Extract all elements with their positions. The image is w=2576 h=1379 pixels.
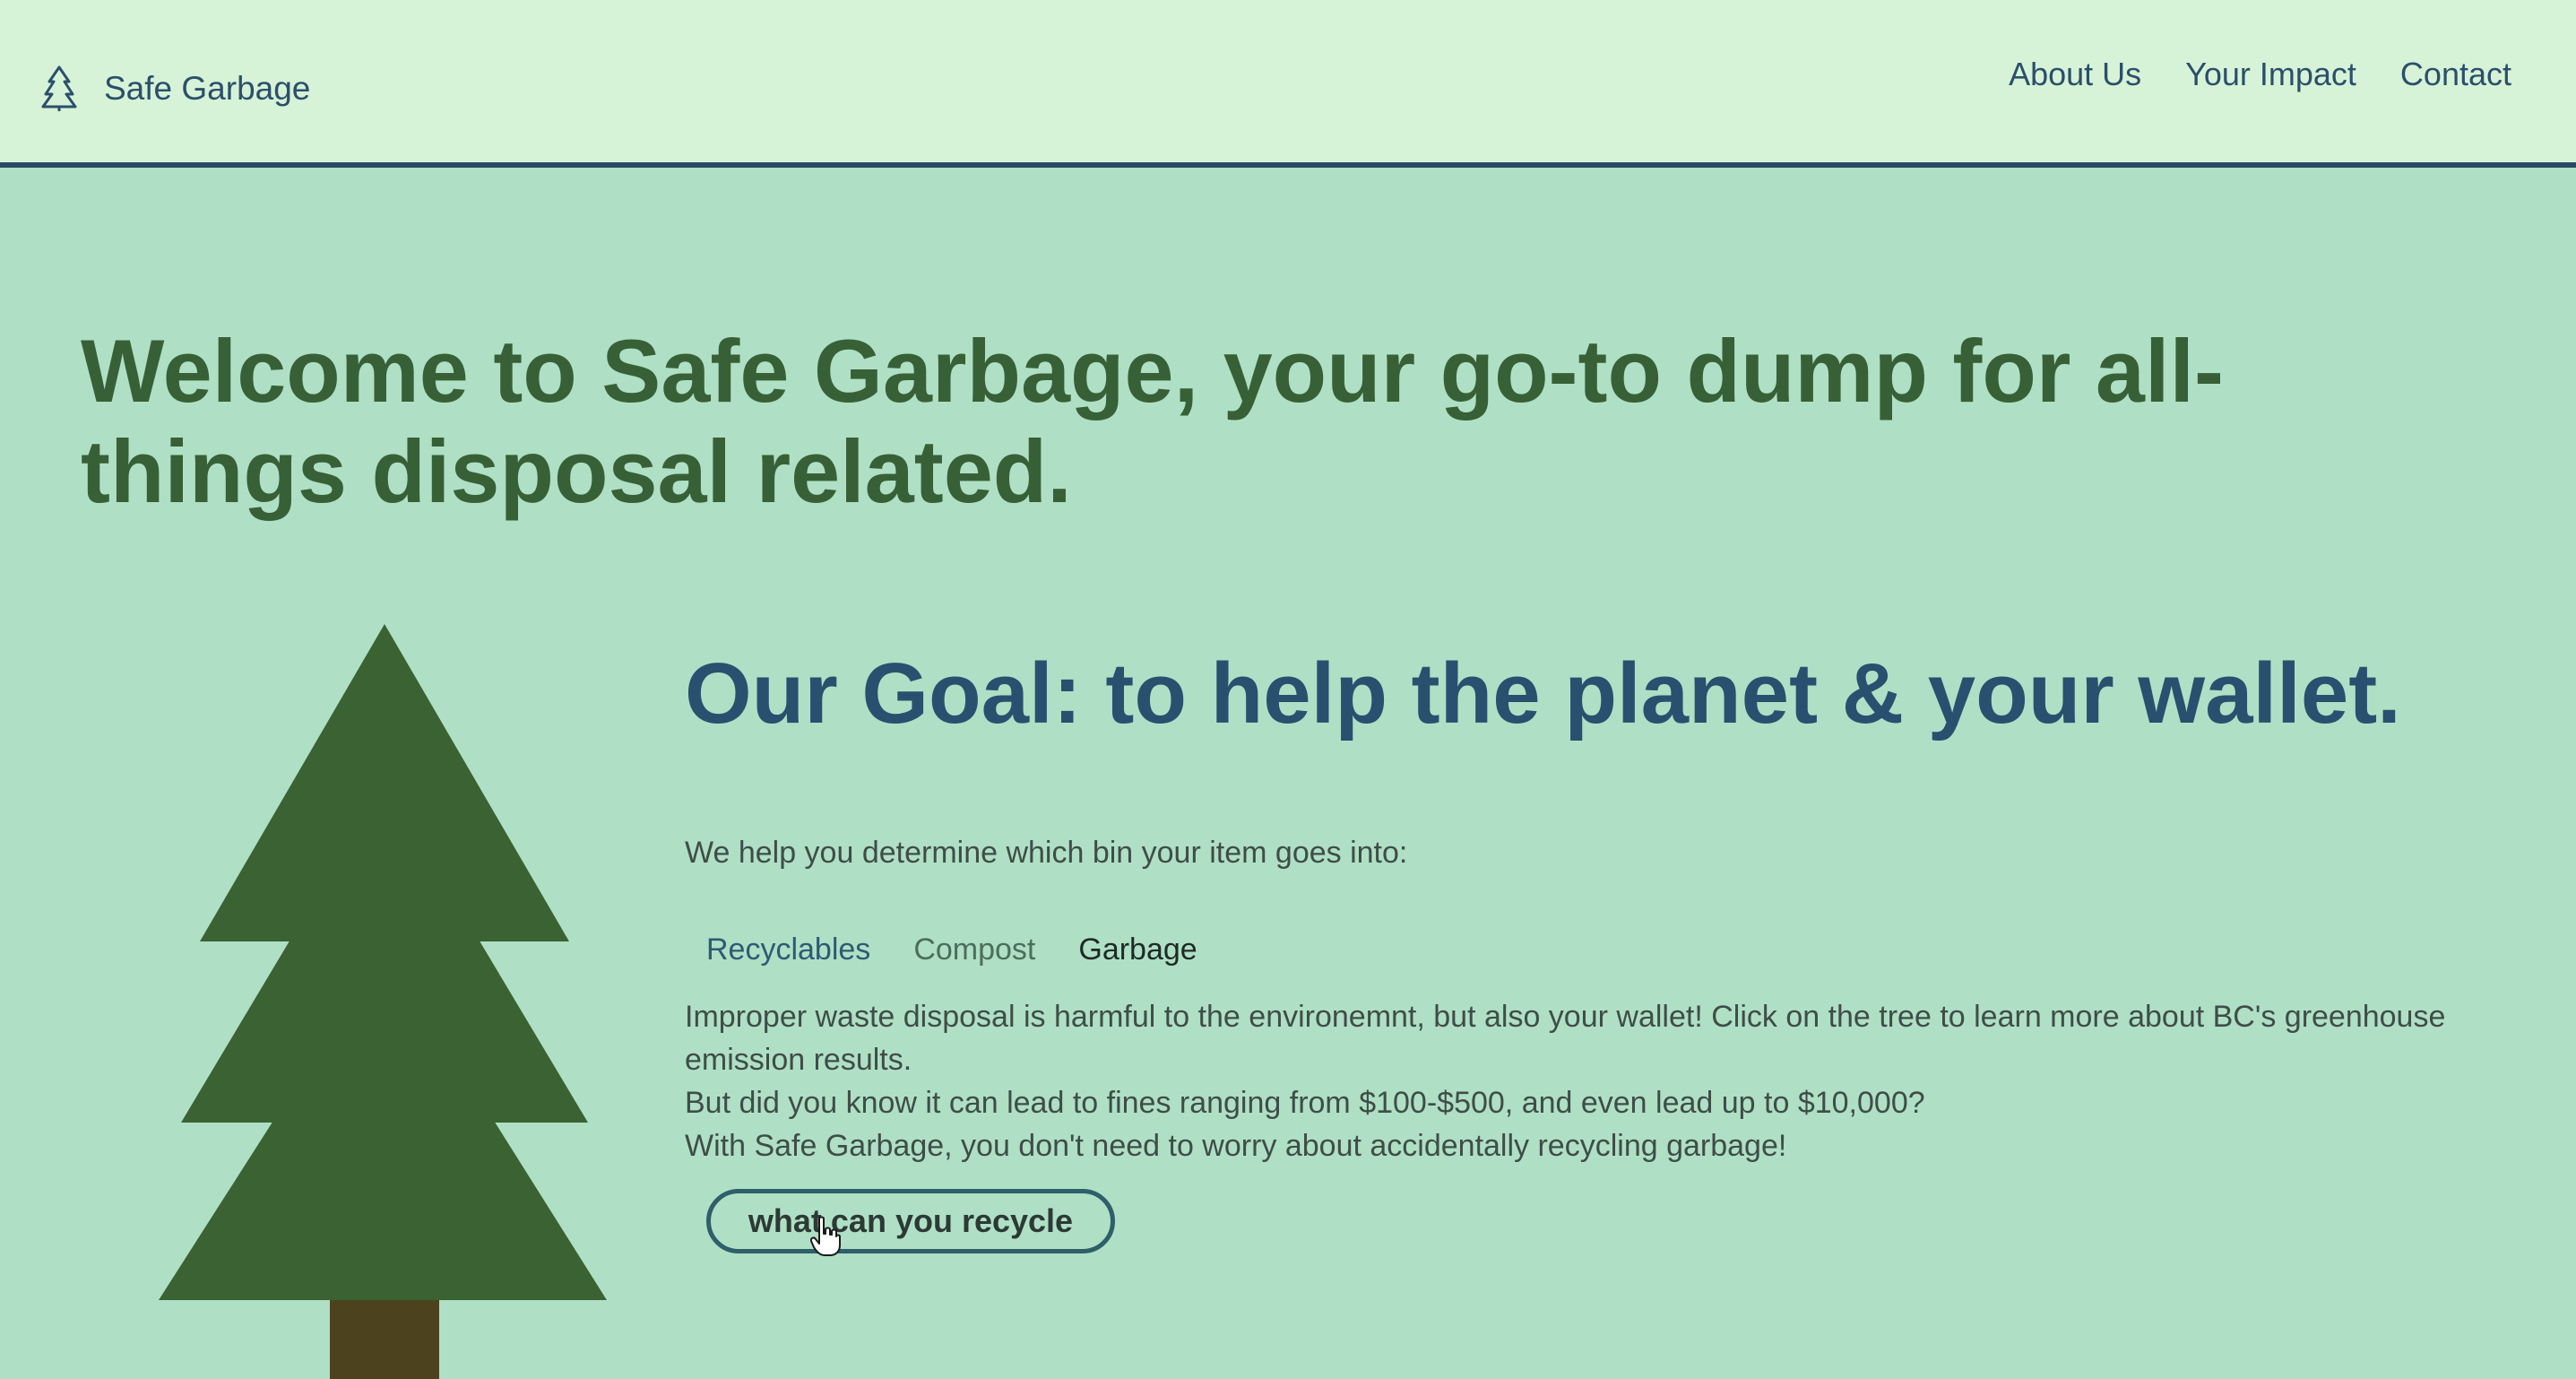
info-text: Improper waste disposal is harmful to th… <box>685 995 2477 1167</box>
top-navbar: Safe Garbage About Us Your Impact Contac… <box>0 0 2576 168</box>
pine-tree-icon <box>41 65 77 111</box>
goal-intro: We help you determine which bin your ite… <box>685 836 1408 870</box>
brand-link[interactable]: Safe Garbage <box>41 57 310 120</box>
nav-link-contact[interactable]: Contact <box>2400 56 2511 92</box>
what-can-you-recycle-button[interactable]: what can you recycle <box>706 1189 1115 1253</box>
tab-recyclables[interactable]: Recyclables <box>685 925 892 975</box>
tree-graphic[interactable] <box>154 624 609 1379</box>
info-line-1: Improper waste disposal is harmful to th… <box>685 1000 2446 1077</box>
tab-compost[interactable]: Compost <box>892 925 1057 975</box>
goal-title: Our Goal: to help the planet & your wall… <box>685 646 2401 742</box>
bin-tabs: Recyclables Compost Garbage <box>685 925 1219 975</box>
nav-item-contact: Contact <box>2400 56 2511 93</box>
nav-item-your-impact: Your Impact <box>2185 56 2356 93</box>
tree-bottom-tier <box>159 947 607 1300</box>
info-line-3: With Safe Garbage, you don't need to wor… <box>685 1129 1787 1163</box>
brand-name: Safe Garbage <box>104 70 311 107</box>
nav-item-about-us: About Us <box>2009 56 2141 93</box>
tree-trunk <box>330 1298 439 1379</box>
nav-link-about-us[interactable]: About Us <box>2009 56 2141 92</box>
info-line-2: But did you know it can lead to fines ra… <box>685 1086 1925 1120</box>
tab-garbage[interactable]: Garbage <box>1057 925 1218 975</box>
hero-title: Welcome to Safe Garbage, your go-to dump… <box>81 321 2224 521</box>
nav-link-your-impact[interactable]: Your Impact <box>2185 56 2356 92</box>
nav-links: About Us Your Impact Contact <box>2009 56 2511 93</box>
